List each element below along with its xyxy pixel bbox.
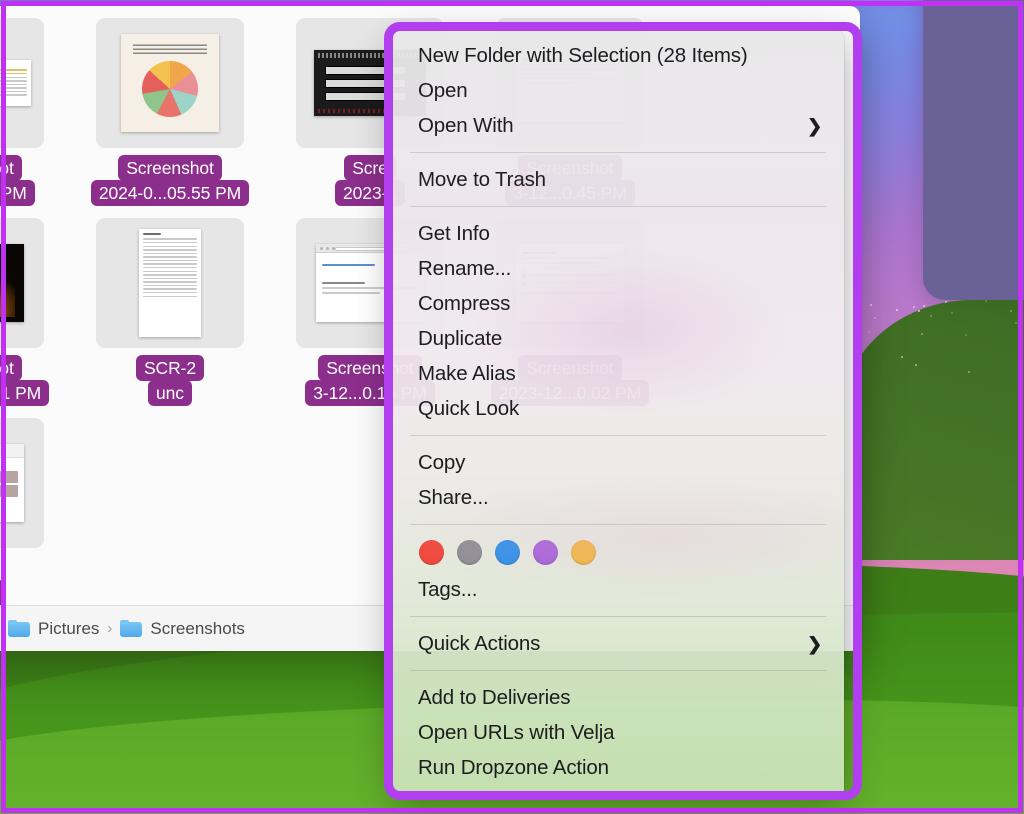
- breadcrumb-item-pictures[interactable]: Pictures: [38, 619, 99, 639]
- file-name-label[interactable]: Screenshot 2023-12...3.01 PM: [0, 355, 49, 406]
- file-name-line1: Scre: [344, 155, 396, 181]
- menu-item-make-alias[interactable]: Make Alias: [392, 356, 844, 391]
- file-name-label[interactable]: Scre 2023-1: [0, 555, 5, 606]
- file-thumbnail: [0, 418, 44, 548]
- file-name-label[interactable]: Screenshot 2024-0...05.55 PM: [91, 155, 249, 206]
- folder-icon: [8, 620, 30, 637]
- menu-item-share[interactable]: Share...: [392, 480, 844, 515]
- file-name-line2: 4-0...09.17 PM: [0, 180, 35, 206]
- menu-separator: [410, 616, 826, 617]
- menu-item-label: Copy: [418, 451, 822, 475]
- menu-item-label: Get Info: [418, 222, 822, 246]
- menu-item-label: Tags...: [418, 578, 822, 602]
- menu-item-label: Share...: [418, 486, 822, 510]
- menu-item-quick-actions[interactable]: Quick Actions ❯: [392, 626, 844, 661]
- gray-tag-icon[interactable]: [457, 540, 482, 565]
- menu-separator: [410, 670, 826, 671]
- menu-item-label: Move to Trash: [418, 168, 822, 192]
- menu-item-open-with[interactable]: Open With ❯: [392, 108, 844, 143]
- photos-grid-thumbnail: [0, 444, 24, 522]
- file-name-line2: 2023-12...3.01 PM: [0, 380, 49, 406]
- menu-item-label: Make Alias: [418, 362, 822, 386]
- menu-item-compress[interactable]: Compress: [392, 286, 844, 321]
- menu-item-label: Run Dropzone Action: [418, 756, 822, 780]
- file-name-line1: Screenshot: [0, 155, 22, 181]
- file-name-line1: SCR-2: [136, 355, 204, 381]
- context-menu[interactable]: New Folder with Selection (28 Items) Ope…: [392, 30, 844, 798]
- file-thumbnail: [0, 18, 44, 148]
- chevron-right-icon: ›: [107, 620, 112, 637]
- purple-tag-icon[interactable]: [533, 540, 558, 565]
- menu-item-label: Duplicate: [418, 327, 822, 351]
- menu-item-label: Rename...: [418, 257, 822, 281]
- menu-item-rename[interactable]: Rename...: [392, 251, 844, 286]
- menu-item-label: Open With: [418, 114, 795, 138]
- file-name-line2: unc: [148, 380, 192, 406]
- menu-item-quick-look[interactable]: Quick Look: [392, 391, 844, 426]
- menu-item-label: Quick Look: [418, 397, 822, 421]
- file-item[interactable]: Screenshot 2023-12...3.01 PM: [0, 214, 70, 414]
- menu-item-open-urls-with-velja[interactable]: Open URLs with Velja: [392, 715, 844, 750]
- file-name-line2: 2023-1: [0, 580, 5, 606]
- menu-item-get-info[interactable]: Get Info: [392, 216, 844, 251]
- menu-item-label: New Folder with Selection (28 Items): [418, 44, 822, 68]
- yellow-tag-icon[interactable]: [571, 540, 596, 565]
- file-thumbnail: [96, 218, 244, 348]
- menu-item-label: Quick Actions: [418, 632, 795, 656]
- menu-item-copy[interactable]: Copy: [392, 445, 844, 480]
- menu-item-move-to-trash[interactable]: Move to Trash: [392, 162, 844, 197]
- menu-item-run-dropzone-action[interactable]: Run Dropzone Action: [392, 750, 844, 785]
- file-name-label[interactable]: SCR-2 unc: [136, 355, 204, 406]
- tag-color-row[interactable]: [392, 534, 844, 572]
- menu-item-add-to-deliveries[interactable]: Add to Deliveries: [392, 680, 844, 715]
- text-page-thumbnail: [139, 229, 201, 337]
- file-item[interactable]: Screenshot 4-0...09.17 PM: [0, 14, 70, 214]
- night-photo-thumbnail: [0, 244, 24, 322]
- red-tag-icon[interactable]: [419, 540, 444, 565]
- menu-item-duplicate[interactable]: Duplicate: [392, 321, 844, 356]
- menu-separator: [410, 206, 826, 207]
- folder-icon: [120, 620, 142, 637]
- chevron-right-icon: ❯: [807, 635, 822, 653]
- blue-tag-icon[interactable]: [495, 540, 520, 565]
- menu-separator: [410, 524, 826, 525]
- file-item[interactable]: SCR-2 unc: [70, 214, 270, 414]
- menu-item-tags[interactable]: Tags...: [392, 572, 844, 607]
- menu-separator: [410, 152, 826, 153]
- pie-chart-thumbnail: [121, 34, 219, 132]
- file-name-line2: 2024-0...05.55 PM: [91, 180, 249, 206]
- file-item[interactable]: Scre 2023-1: [0, 414, 70, 614]
- menu-item-new-folder-with-selection[interactable]: New Folder with Selection (28 Items): [392, 38, 844, 73]
- document-thumbnail: [0, 60, 31, 106]
- file-item[interactable]: Screenshot 2024-0...05.55 PM: [70, 14, 270, 214]
- menu-item-open[interactable]: Open: [392, 73, 844, 108]
- file-name-line1: Screenshot: [0, 355, 22, 381]
- menu-item-label: Compress: [418, 292, 822, 316]
- menu-separator: [410, 435, 826, 436]
- file-name-line1: Screenshot: [118, 155, 222, 181]
- menu-item-label: Open URLs with Velja: [418, 721, 822, 745]
- menu-item-label: Open: [418, 79, 822, 103]
- file-name-label[interactable]: Screenshot 4-0...09.17 PM: [0, 155, 35, 206]
- screen: Screenshot 4-0...09.17 PM Screenshot 202…: [0, 0, 1024, 814]
- file-thumbnail: [0, 218, 44, 348]
- file-thumbnail: [96, 18, 244, 148]
- breadcrumb-item-screenshots[interactable]: Screenshots: [150, 619, 245, 639]
- chevron-right-icon: ❯: [807, 117, 822, 135]
- menu-item-label: Add to Deliveries: [418, 686, 822, 710]
- background-window-top-right[interactable]: [923, 0, 1024, 300]
